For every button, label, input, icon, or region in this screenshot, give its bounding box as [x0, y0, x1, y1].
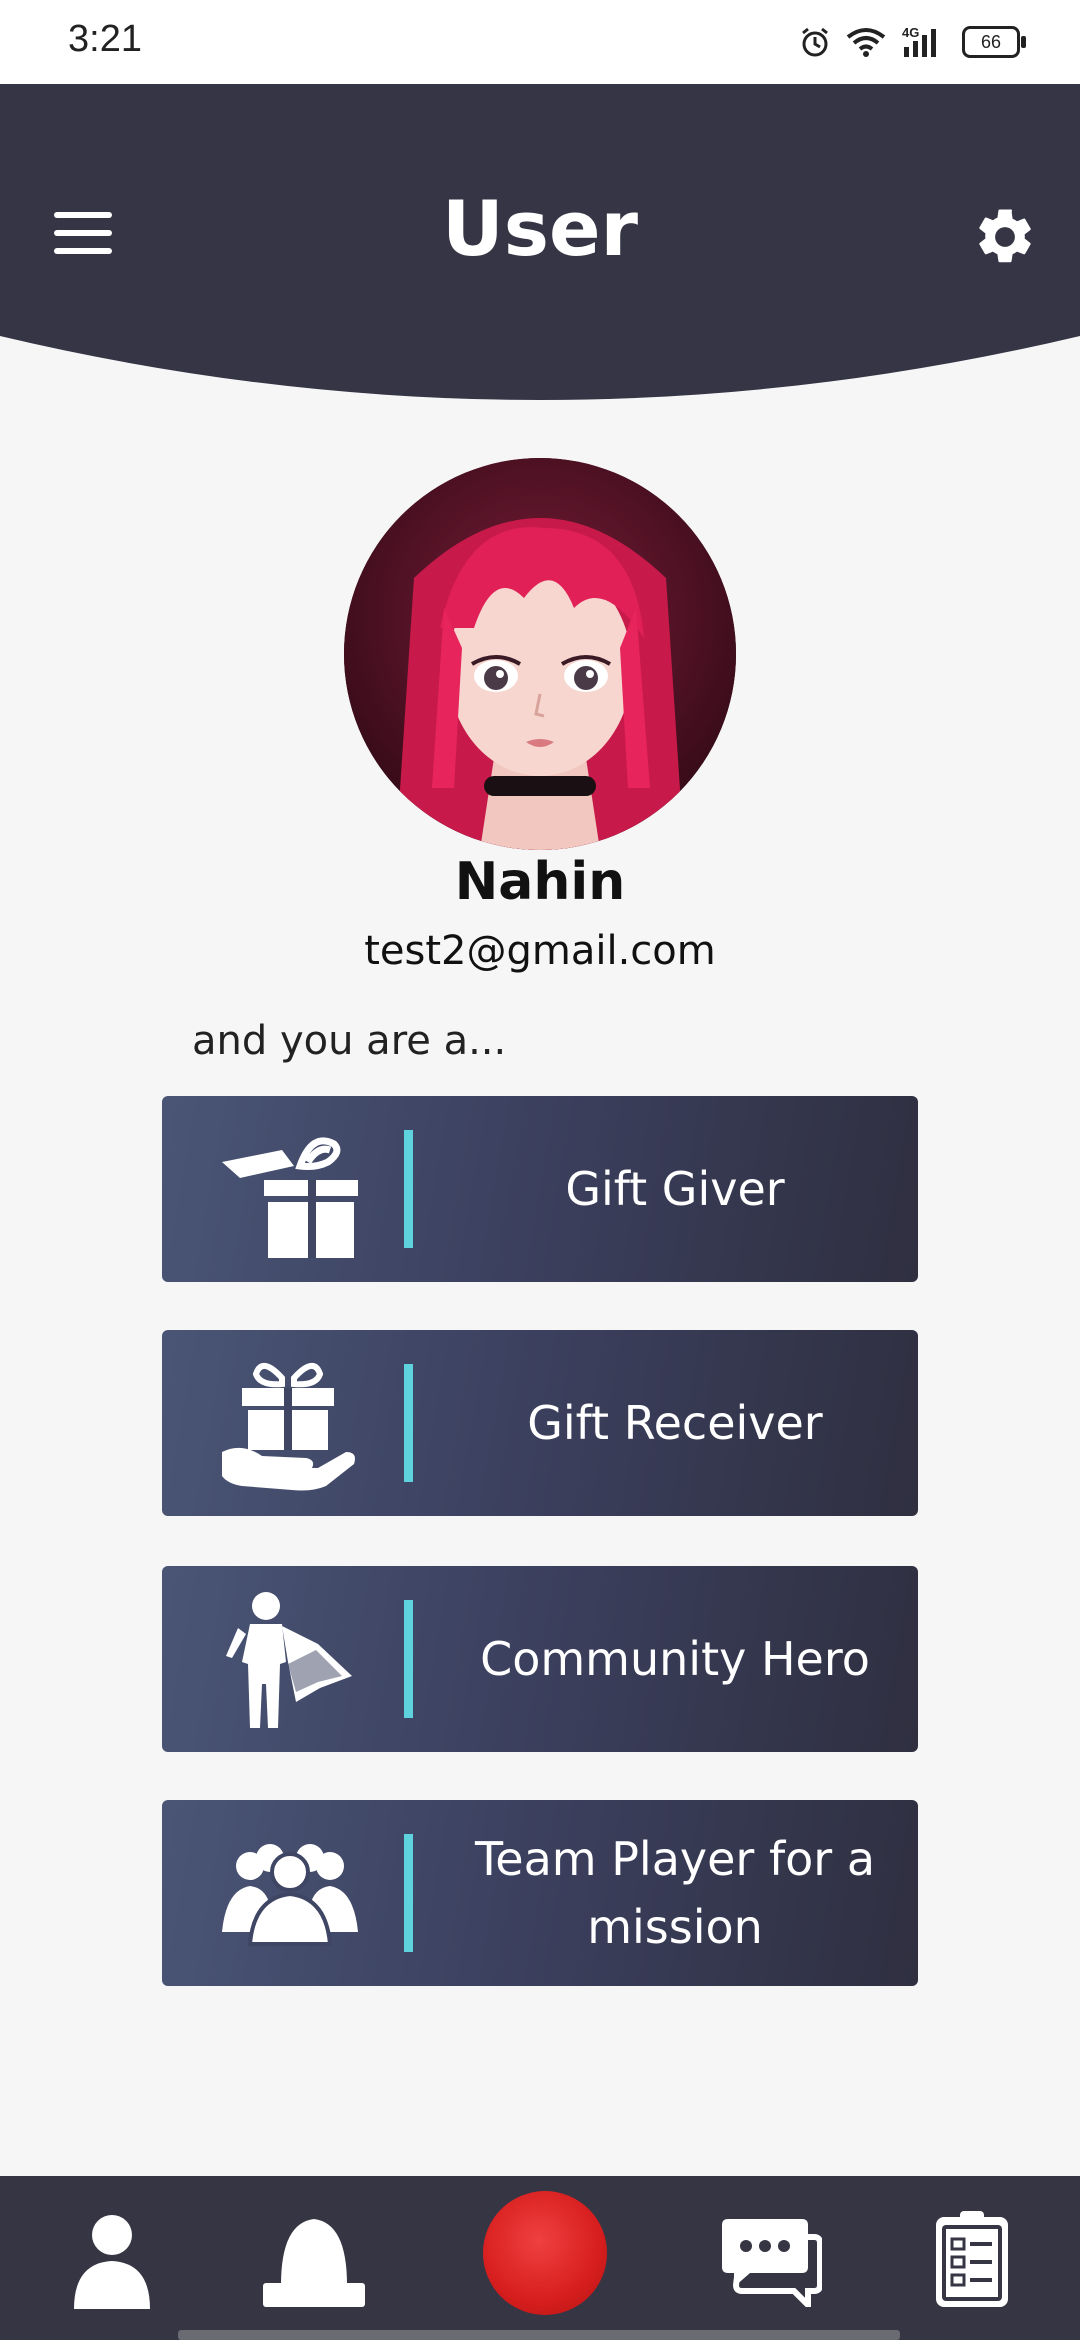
- avatar-illustration: [344, 458, 736, 850]
- network-label: 4G: [902, 25, 919, 40]
- role-card-community-hero[interactable]: Community Hero: [162, 1566, 918, 1752]
- user-name: Nahin: [454, 852, 626, 912]
- role-prompt: and you are a...: [192, 1018, 507, 1064]
- role-label: Team Player for a mission: [474, 1832, 876, 1954]
- hero-icon: [226, 1592, 352, 1728]
- status-time: 3:21: [68, 18, 142, 60]
- card-divider: [404, 1364, 413, 1482]
- card-divider: [404, 1130, 413, 1248]
- nav-tasks[interactable]: [912, 2206, 1032, 2316]
- gear-icon[interactable]: [972, 204, 1038, 270]
- role-label: Gift Receiver: [527, 1396, 823, 1450]
- role-label: Gift Giver: [565, 1162, 785, 1216]
- battery-icon: 66: [962, 26, 1026, 58]
- signal-icon: 4G: [902, 25, 936, 57]
- nav-record[interactable]: [480, 2188, 610, 2318]
- avatar[interactable]: [344, 458, 736, 850]
- status-icons: 4G 66: [798, 20, 1026, 64]
- nav-chat[interactable]: [712, 2206, 832, 2316]
- app-header: User: [0, 84, 1080, 424]
- team-icon: [222, 1844, 358, 1946]
- role-label: Community Hero: [480, 1632, 870, 1686]
- chat-icon: [722, 2219, 822, 2307]
- page-title: User: [442, 184, 638, 273]
- gift-receiver-icon: [222, 1363, 355, 1491]
- role-card-gift-giver[interactable]: Gift Giver: [162, 1096, 918, 1282]
- wifi-icon: [846, 28, 886, 57]
- role-card-team-player[interactable]: Team Player for a mission: [162, 1800, 918, 1986]
- notification-bell-icon: [263, 2219, 365, 2307]
- card-divider: [404, 1834, 413, 1952]
- nav-profile[interactable]: [52, 2206, 172, 2316]
- tasks-icon: [936, 2211, 1008, 2307]
- record-button: [483, 2191, 607, 2315]
- user-email: test2@gmail.com: [364, 928, 716, 974]
- gift-giver-icon: [222, 1137, 358, 1258]
- alarm-icon: [802, 27, 828, 57]
- bottom-navigation: [0, 2176, 1080, 2340]
- status-bar: 3:21 4G 66: [0, 0, 1080, 84]
- card-divider: [404, 1600, 413, 1718]
- profile-icon: [74, 2215, 150, 2309]
- home-indicator: [178, 2330, 900, 2340]
- role-card-gift-receiver[interactable]: Gift Receiver: [162, 1330, 918, 1516]
- nav-notifications[interactable]: [254, 2206, 374, 2316]
